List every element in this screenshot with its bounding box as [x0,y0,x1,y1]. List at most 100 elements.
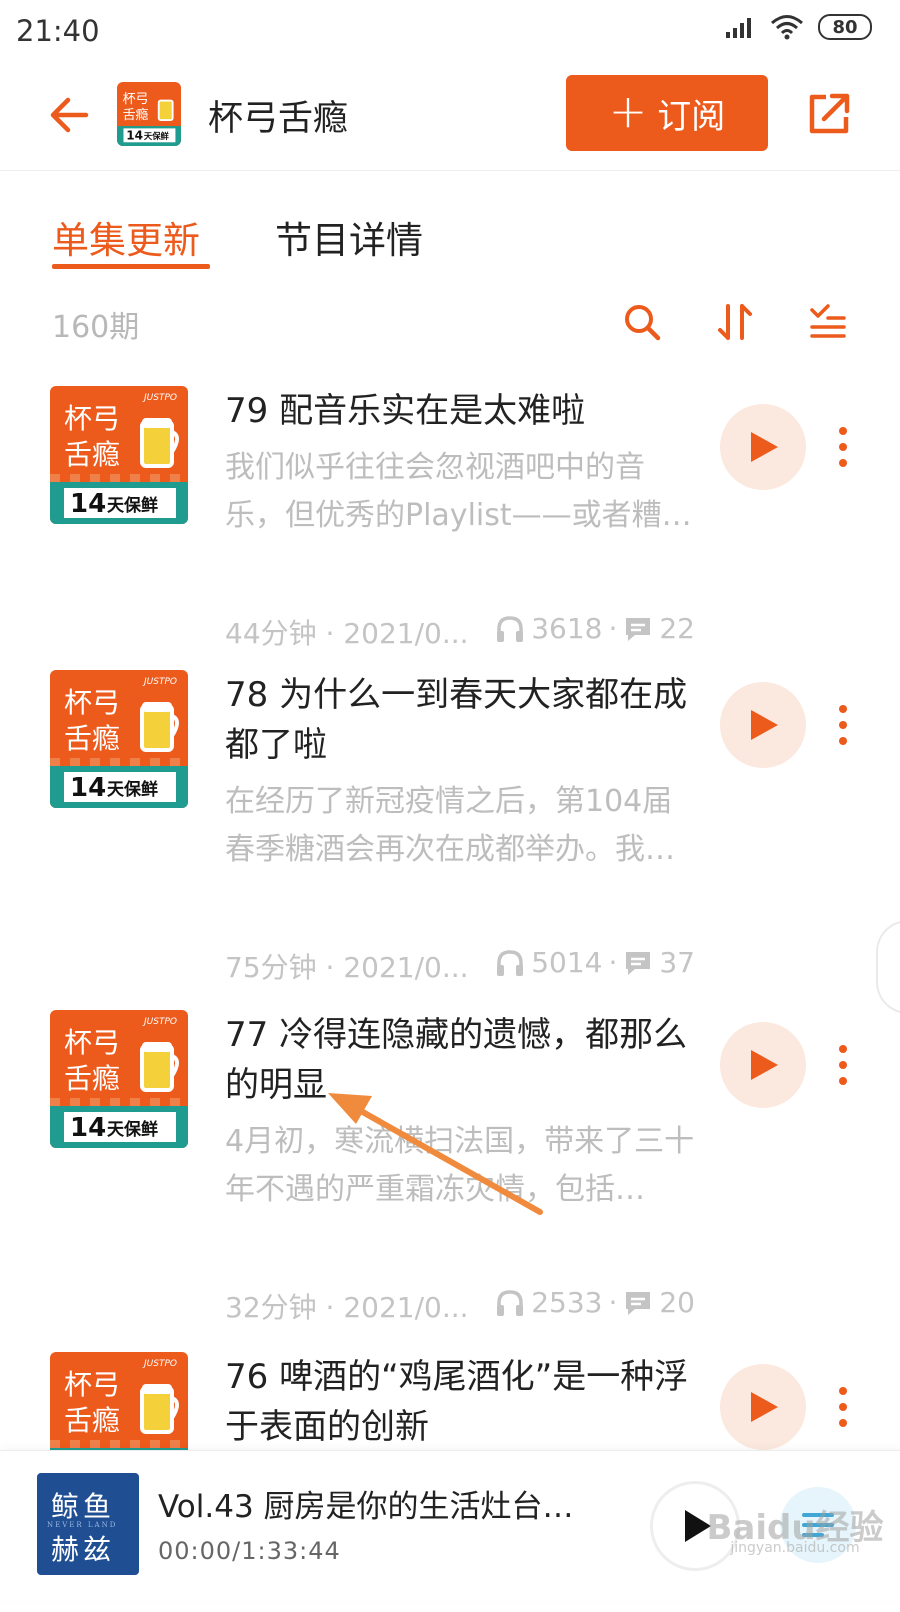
sort-icon[interactable] [714,300,758,344]
episode-description: 在经历了新冠疫情之后，第104届春季糖酒会再次在成都举办。我… [225,784,675,867]
play-count: 3618 [531,612,603,645]
cover-title-line2: 舌瘾 [64,1404,120,1437]
mini-player-time: 00:00/1:33:44 [158,1537,341,1565]
meta-separator: · [608,612,618,645]
comment-icon [626,617,651,641]
tab-episodes[interactable]: 单集更新 [52,210,200,264]
cover-brand: JUSTPO [142,677,177,687]
subscribe-label: 订阅 [657,96,726,137]
back-arrow-icon[interactable] [46,90,96,140]
play-icon [751,432,778,462]
signal-icon [726,18,751,38]
episode-title[interactable]: 78 为什么一到春天大家都在成都了啦 [225,670,700,770]
cover-brand: JUSTPO [142,1017,177,1027]
episode-stats: 5014 · 37 [495,946,695,979]
episode-description: 我们似乎往往会忽视酒吧中的音乐，但优秀的Playlist——或者糟… [225,450,692,533]
episode-title[interactable]: 79 配音乐实在是太难啦 [225,386,700,436]
cover-badge-text: 天保鲜 [107,495,158,516]
share-icon[interactable] [804,89,854,139]
meta-separator: · [608,1286,618,1319]
episode-meta: 75分钟 · 2021/0... 5014 · 37 [225,946,695,986]
cover-badge-number: 14 [70,773,106,803]
thumb-badge-number: 14 [126,129,143,143]
headphones-icon [497,615,524,642]
play-icon [751,1050,778,1080]
comment-count: 20 [659,1286,695,1319]
episode-item[interactable]: 杯弓 舌瘾 JUSTPO 14 天保鲜 78 为什么一到春天大家都在成都了啦在经… [0,670,900,984]
cover-title-line1: 杯弓 [64,686,120,719]
episode-count: 160期 [52,310,140,345]
more-vertical-icon[interactable] [836,425,850,469]
more-vertical-icon[interactable] [836,1385,850,1429]
podcast-thumbnail: 杯弓 舌瘾 14 天保鲜 [117,82,181,146]
cover-badge-text: 天保鲜 [107,1119,158,1140]
more-vertical-icon[interactable] [836,1043,850,1087]
cover-title-line1: 杯弓 [64,402,120,435]
cover-title-line2: 舌瘾 [64,438,120,471]
tab-details[interactable]: 节目详情 [275,210,423,264]
episode-description: 4月初，寒流横扫法国，带来了三十年不遇的严重霜冻灾情，包括… [225,1124,695,1207]
headphones-icon [497,949,524,976]
episode-meta: 32分钟 · 2021/0... 2533 · 20 [225,1286,695,1326]
cover-badge-number: 14 [70,1113,106,1143]
more-vertical-icon[interactable] [836,703,850,747]
subscribe-button[interactable]: + 订阅 [566,75,768,151]
episode-stats: 2533 · 20 [495,1286,695,1319]
cover-title-line1: 杯弓 [64,1026,120,1059]
status-icons: 80 [724,14,872,40]
cover-brand: JUSTPO [142,1359,177,1369]
thumb-cover-line1: 杯弓 [123,92,149,107]
episode-item[interactable]: 杯弓 舌瘾 JUSTPO 14 天保鲜 77 冷得连隐藏的遗憾，都那么的明显 4月… [0,1010,900,1324]
battery-indicator: 80 [818,14,872,40]
mini-cover-line2: 赫兹 [51,1533,116,1566]
cover-title-line2: 舌瘾 [64,722,120,755]
mini-player-cover: 鲸鱼 NEVER LAND 赫兹 [37,1473,139,1575]
tab-underline [52,264,210,269]
episode-duration-date: 75分钟 · 2021/0... [225,951,469,984]
thumb-badge-text: 天保鲜 [144,131,170,141]
meta-separator: · [608,946,618,979]
watermark-sub: jingyan.baidu.com [730,1540,860,1556]
header: 杯弓 舌瘾 14 天保鲜 杯弓舌瘾 + 订阅 [0,62,900,171]
episode-cover[interactable]: 杯弓 舌瘾 JUSTPO 14 天保鲜 [50,670,188,808]
cover-badge-text: 天保鲜 [107,779,158,800]
cover-title-line1: 杯弓 [64,1368,120,1401]
episode-meta: 44分钟 · 2021/0... 3618 · 22 [225,612,695,652]
status-bar: 21:40 80 [0,0,900,62]
list-toolbar: 160期 [0,290,900,360]
status-time: 21:40 [16,14,100,48]
episode-duration-date: 32分钟 · 2021/0... [225,1291,469,1324]
comment-icon [626,1291,651,1315]
comment-count: 37 [659,946,695,979]
episode-title[interactable]: 76 啤酒的“鸡尾酒化”是一种浮于表面的创新 [225,1352,700,1452]
episode-play-button[interactable] [720,682,806,768]
mini-player-title: Vol.43 厨房是你的生活灶台，... [158,1489,598,1525]
episode-stats: 3618 · 22 [495,612,695,645]
comment-icon [626,951,651,975]
episode-cover[interactable]: 杯弓 舌瘾 JUSTPO 14 天保鲜 [50,386,188,524]
cover-badge-number: 14 [70,489,106,519]
side-drawer-handle[interactable] [876,920,900,1014]
play-count: 5014 [531,946,603,979]
mini-cover-line1: 鲸鱼 [51,1490,116,1523]
play-icon [751,1392,778,1422]
episode-cover[interactable]: 杯弓 舌瘾 JUSTPO 14 天保鲜 [50,1010,188,1148]
wifi-icon [771,15,803,40]
headphones-icon [497,1289,524,1316]
episode-duration-date: 44分钟 · 2021/0... [225,617,469,650]
episode-play-button[interactable] [720,1364,806,1450]
episode-title[interactable]: 77 冷得连隐藏的遗憾，都那么的明显 [225,1010,700,1110]
comment-count: 22 [659,612,695,645]
podcast-title: 杯弓舌瘾 [208,99,349,139]
episode-play-button[interactable] [720,1022,806,1108]
tab-bar: 单集更新 节目详情 [0,190,900,280]
thumb-cover-line2: 舌瘾 [123,107,149,123]
plus-icon: + [608,84,648,138]
episode-play-button[interactable] [720,404,806,490]
filter-list-icon[interactable] [806,300,850,344]
play-icon [751,710,778,740]
cover-brand: JUSTPO [142,393,177,403]
episode-item[interactable]: 杯弓 舌瘾 JUSTPO 14 天保鲜 79 配音乐实在是太难啦我们似乎往往会忽… [0,386,900,650]
search-icon[interactable] [620,300,664,344]
play-count: 2533 [531,1286,603,1319]
